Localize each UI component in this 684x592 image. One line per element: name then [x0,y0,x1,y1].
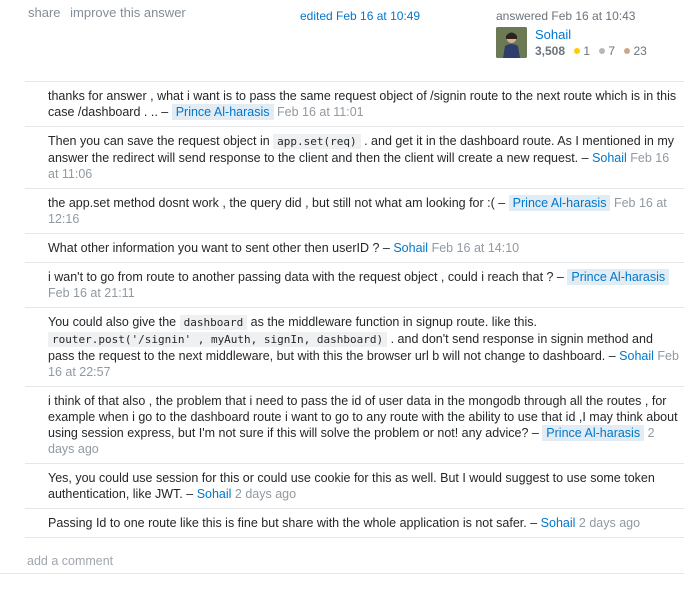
edited-link[interactable]: edited Feb 16 at 10:49 [300,9,420,23]
comment-text: Yes, you could use session for this or c… [48,471,655,501]
user-name-link[interactable]: Sohail [535,27,571,42]
comment-author-link[interactable]: Sohail [541,516,576,530]
comment-item: Passing Id to one route like this is fin… [25,508,684,537]
comment-date[interactable]: Feb 16 at 21:11 [48,286,135,300]
comment-author-link[interactable]: Prince Al-harasis [567,269,670,285]
comment-text: Then you can save the request object in [48,134,274,148]
comment-date[interactable]: Feb 16 at 14:10 [432,241,520,255]
bronze-badge-icon [624,48,631,55]
divider [0,573,684,574]
comment-text: You could also give the [48,315,180,329]
avatar[interactable] [496,27,527,58]
share-link[interactable]: share [28,5,61,20]
add-comment-link[interactable]: add a comment [25,537,684,568]
comment-author-link[interactable]: Sohail [619,349,654,363]
comment-author-link[interactable]: Prince Al-harasis [542,425,645,441]
comments-list: thanks for answer , what i want is to pa… [25,81,684,568]
comment-code: router.post('/signin' , myAuth, signIn, … [48,332,388,347]
comment-item: i think of that also , the problem that … [25,386,684,463]
comment-author-link[interactable]: Sohail [393,241,428,255]
comment-author-link[interactable]: Sohail [592,151,627,165]
comment-container: thanks for answer , what i want is to pa… [25,81,684,537]
comment-date[interactable]: Feb 16 at 11:01 [277,105,364,119]
comment-text: Passing Id to one route like this is fin… [48,516,541,530]
post-menu: share improve this answer [28,5,192,20]
comment-text: What other information you want to sent … [48,241,394,255]
silver-badge-count: 7 [608,44,616,58]
comment-item: i wan't to go from route to another pass… [25,262,684,307]
comment-author-link[interactable]: Prince Al-harasis [508,195,611,211]
comment-item: the app.set method dosnt work , the quer… [25,188,684,233]
post-menu-bar: share improve this answer edited Feb 16 … [0,0,684,78]
comment-text: i wan't to go from route to another pass… [48,270,568,284]
improve-answer-link[interactable]: improve this answer [70,5,186,20]
comment-code: dashboard [179,315,248,330]
comment-author-link[interactable]: Prince Al-harasis [171,104,274,120]
user-reputation: 3,508 1 7 23 [535,44,647,58]
comment-author-link[interactable]: Sohail [197,487,232,501]
gold-badge-count: 1 [583,44,591,58]
bronze-badge-count: 23 [633,44,647,58]
comment-date[interactable]: 2 days ago [235,487,296,501]
comment-code: app.set(req) [273,134,361,149]
comment-item: Then you can save the request object in … [25,126,684,188]
comment-date[interactable]: 2 days ago [579,516,640,530]
silver-badge-icon [599,48,606,55]
comment-item: You could also give the dashboard as the… [25,307,684,386]
reputation-score: 3,508 [535,44,566,58]
comment-item: What other information you want to sent … [25,233,684,262]
comment-item: Yes, you could use session for this or c… [25,463,684,508]
comment-text: the app.set method dosnt work , the quer… [48,196,509,210]
comment-item: thanks for answer , what i want is to pa… [25,81,684,126]
answered-timestamp: answered Feb 16 at 10:43 [496,9,636,23]
gold-badge-icon [574,48,581,55]
comment-text: as the middleware function in signup rou… [247,315,537,329]
